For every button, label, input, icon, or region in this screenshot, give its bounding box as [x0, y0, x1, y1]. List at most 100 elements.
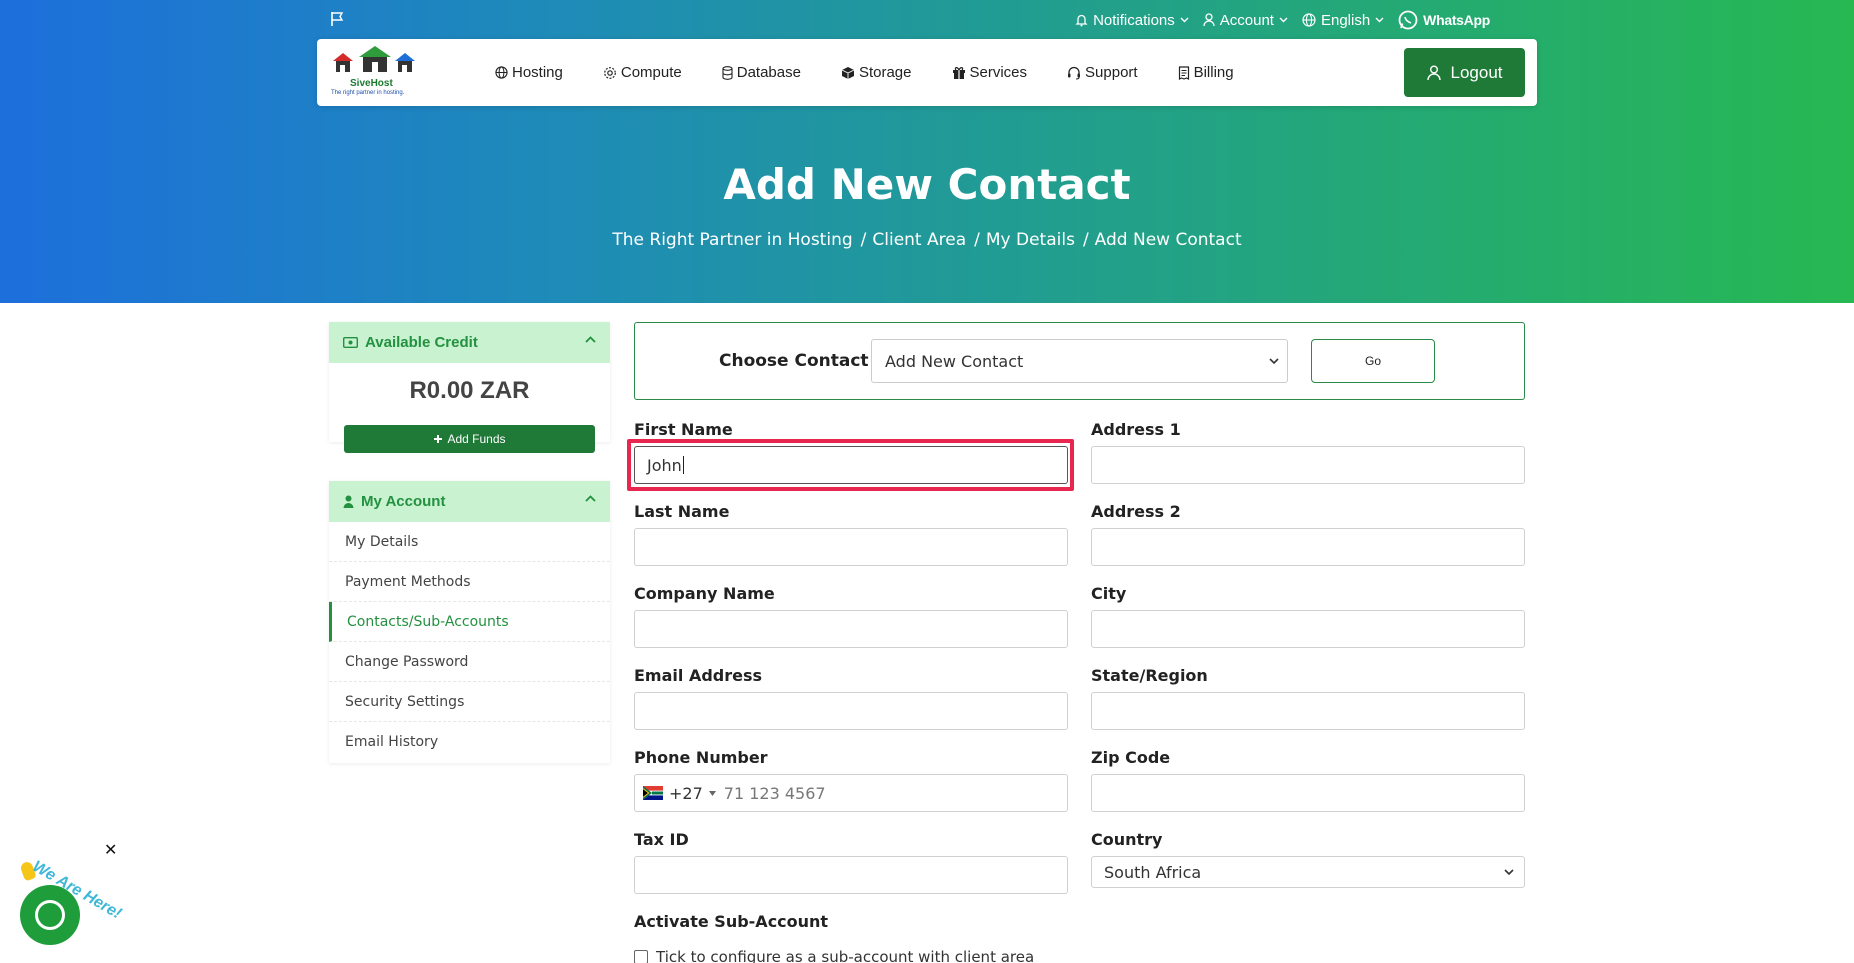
- close-icon[interactable]: ✕: [104, 840, 117, 860]
- sidebar-item-change-password[interactable]: Change Password: [329, 642, 610, 682]
- country-label: Country: [1091, 830, 1163, 849]
- last-name-field[interactable]: [634, 528, 1068, 566]
- country-code-select[interactable]: +27: [643, 784, 724, 803]
- chevron-down-icon: [1279, 17, 1288, 23]
- state-label: State/Region: [1091, 666, 1208, 685]
- sub-account-checkbox[interactable]: [634, 950, 648, 963]
- logout-button[interactable]: Logout: [1404, 48, 1525, 97]
- chevron-up-icon: [585, 495, 596, 502]
- add-funds-button[interactable]: Add Funds: [344, 425, 595, 453]
- money-icon: [343, 337, 358, 348]
- nav-database[interactable]: Database: [722, 64, 801, 81]
- houses-logo-icon: [333, 46, 415, 72]
- gear-icon: [603, 66, 616, 79]
- credit-panel-title: Available Credit: [365, 334, 478, 351]
- choose-contact-value: Add New Contact: [885, 351, 1024, 371]
- user-icon: [1203, 13, 1215, 27]
- plus-icon: [434, 435, 443, 443]
- headset-icon: [1068, 66, 1081, 80]
- globe-icon: [495, 66, 508, 79]
- nav-support[interactable]: Support: [1067, 64, 1138, 81]
- bell-icon: [1075, 14, 1088, 27]
- whatsapp-label: WhatsApp: [1423, 12, 1490, 28]
- main-navbar: SiveHost The right partner in hosting. H…: [317, 39, 1537, 106]
- gift-icon: [952, 66, 965, 79]
- nav-label: Hosting: [512, 64, 563, 81]
- box-icon: [841, 66, 855, 79]
- country-value: South Africa: [1104, 862, 1202, 882]
- sidebar-item-email-history[interactable]: Email History: [329, 722, 610, 762]
- chevron-up-icon: [585, 336, 596, 343]
- language-label: English: [1320, 11, 1371, 29]
- nav-label: Services: [969, 64, 1028, 81]
- chevron-down-icon: [1375, 17, 1384, 23]
- chat-bubble-icon: [35, 900, 65, 930]
- breadcrumb-item-current: Add New Contact: [1094, 230, 1242, 250]
- top-bar: Notifications Account English WhatsApp: [0, 8, 1854, 34]
- chat-button[interactable]: [20, 885, 80, 945]
- nav-compute[interactable]: Compute: [603, 64, 682, 81]
- nav-services[interactable]: Services: [952, 64, 1028, 81]
- nav-billing[interactable]: Billing: [1178, 64, 1234, 81]
- nav-hosting[interactable]: Hosting: [495, 64, 563, 81]
- hero-banner: Notifications Account English WhatsApp S…: [0, 0, 1854, 303]
- account-label: Account: [1219, 11, 1274, 29]
- tax-id-field[interactable]: [634, 856, 1068, 894]
- user-icon: [343, 495, 354, 508]
- activate-sub-account-label: Activate Sub-Account: [634, 912, 829, 931]
- account-panel-header[interactable]: My Account: [329, 481, 610, 522]
- first-name-field[interactable]: John: [634, 446, 1068, 484]
- email-field[interactable]: [634, 692, 1068, 730]
- choose-contact-label: Choose Contact: [719, 351, 869, 371]
- nav-label: Compute: [620, 64, 682, 81]
- first-name-label: First Name: [634, 420, 733, 439]
- logo-brand: SiveHost: [350, 78, 393, 89]
- sidebar-item-security-settings[interactable]: Security Settings: [329, 682, 610, 722]
- logout-label: Logout: [1450, 62, 1503, 82]
- south-africa-flag-icon: [643, 786, 663, 800]
- zip-label: Zip Code: [1091, 748, 1171, 767]
- city-field[interactable]: [1091, 610, 1525, 648]
- nav-label: Support: [1085, 64, 1138, 81]
- my-account-panel: My Account My Details Payment Methods Co…: [329, 481, 610, 763]
- receipt-icon: [1178, 65, 1189, 80]
- phone-field[interactable]: +27 71 123 4567: [634, 774, 1068, 812]
- nav-label: Database: [736, 64, 801, 81]
- state-field[interactable]: [1091, 692, 1525, 730]
- first-name-value: John: [647, 455, 682, 475]
- sub-account-checkbox-label: Tick to configure as a sub-account with …: [656, 948, 1035, 963]
- nav-storage[interactable]: Storage: [841, 64, 912, 81]
- last-name-label: Last Name: [634, 502, 730, 521]
- notifications-menu[interactable]: Notifications: [1075, 12, 1189, 29]
- choose-contact-box: Choose Contact Add New Contact Go: [634, 322, 1525, 400]
- flag-icon[interactable]: [330, 11, 344, 27]
- tax-id-label: Tax ID: [634, 830, 689, 849]
- zip-field[interactable]: [1091, 774, 1525, 812]
- country-select[interactable]: South Africa: [1091, 856, 1525, 888]
- language-menu[interactable]: English: [1302, 12, 1384, 29]
- caret-down-icon: [708, 790, 716, 796]
- choose-contact-select[interactable]: Add New Contact: [871, 339, 1288, 383]
- page-title: Add New Contact: [723, 160, 1131, 209]
- account-menu[interactable]: Account: [1203, 12, 1288, 29]
- breadcrumb-item-client-area[interactable]: Client Area: [872, 230, 966, 250]
- sidebar-item-payment-methods[interactable]: Payment Methods: [329, 562, 610, 602]
- breadcrumb: The Right Partner in Hosting / Client Area…: [612, 230, 1242, 250]
- address2-field[interactable]: [1091, 528, 1525, 566]
- whatsapp-icon: [1398, 10, 1418, 30]
- chevron-down-icon: [1180, 17, 1189, 23]
- whatsapp-link[interactable]: WhatsApp: [1398, 10, 1490, 30]
- breadcrumb-item-home[interactable]: The Right Partner in Hosting: [612, 230, 852, 250]
- company-name-label: Company Name: [634, 584, 775, 603]
- notifications-label: Notifications: [1093, 11, 1175, 29]
- sidebar-item-contacts[interactable]: Contacts/Sub-Accounts: [329, 602, 610, 642]
- address1-field[interactable]: [1091, 446, 1525, 484]
- credit-panel-header[interactable]: Available Credit: [329, 322, 610, 363]
- sidebar-item-my-details[interactable]: My Details: [329, 522, 610, 562]
- breadcrumb-item-my-details[interactable]: My Details: [986, 230, 1075, 250]
- account-panel-title: My Account: [361, 493, 446, 510]
- globe-icon: [1302, 13, 1316, 27]
- company-name-field[interactable]: [634, 610, 1068, 648]
- sivehost-logo[interactable]: SiveHost The right partner in hosting.: [331, 45, 431, 101]
- go-button[interactable]: Go: [1311, 339, 1435, 383]
